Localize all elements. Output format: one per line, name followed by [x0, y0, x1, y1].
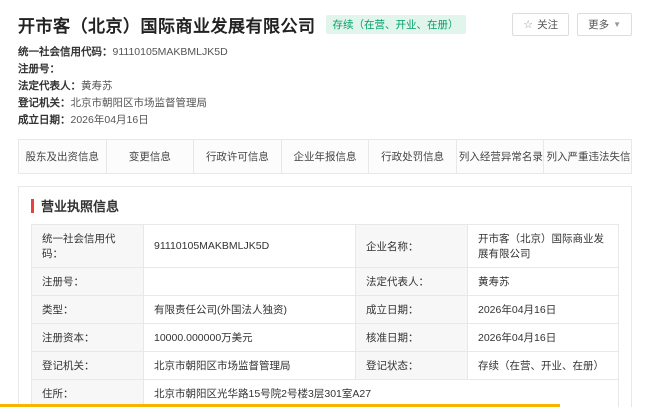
info-registry: 登记机关：北京市朝阳区市场监督管理局 [18, 95, 632, 112]
section-accent-bar [31, 199, 34, 213]
table-row: 注册号： 法定代表人： 黄寿苏 [32, 268, 619, 296]
field-label: 注册号： [32, 268, 144, 296]
field-value: 91110105MAKBMLJK5D [144, 225, 356, 268]
header-info-list: 统一社会信用代码：91110105MAKBMLJK5D 注册号： 法定代表人：黄… [18, 44, 632, 129]
field-value: 2026年04月16日 [468, 324, 619, 352]
more-button[interactable]: 更多 ▼ [577, 13, 632, 36]
header-actions: ☆ 关注 更多 ▼ [512, 13, 632, 36]
table-row: 统一社会信用代码： 91110105MAKBMLJK5D 企业名称： 开市客（北… [32, 225, 619, 268]
field-value: 开市客（北京）国际商业发展有限公司 [468, 225, 619, 268]
tab-serious-violations[interactable]: 列入严重违法失信... [544, 140, 631, 173]
tab-penalties[interactable]: 行政处罚信息 [369, 140, 457, 173]
field-value: 黄寿苏 [468, 268, 619, 296]
table-row: 登记机关： 北京市朝阳区市场监督管理局 登记状态： 存续（在营、开业、在册） [32, 352, 619, 380]
info-legal-rep: 法定代表人：黄寿苏 [18, 78, 632, 95]
field-value: 存续（在营、开业、在册） [468, 352, 619, 380]
follow-button[interactable]: ☆ 关注 [512, 13, 569, 36]
field-label: 统一社会信用代码： [32, 225, 144, 268]
chevron-down-icon: ▼ [613, 20, 621, 29]
business-license-section: 营业执照信息 统一社会信用代码： 91110105MAKBMLJK5D 企业名称… [18, 186, 632, 407]
company-name: 开市客（北京）国际商业发展有限公司 [18, 12, 316, 37]
tab-changes[interactable]: 变更信息 [107, 140, 195, 173]
table-row: 类型： 有限责任公司(外国法人独资) 成立日期： 2026年04月16日 [32, 296, 619, 324]
field-value: 有限责任公司(外国法人独资) [144, 296, 356, 324]
company-profile-page: 开市客（北京）国际商业发展有限公司 存续（在营、开业、在册） ☆ 关注 更多 ▼… [0, 0, 650, 407]
field-label: 登记机关： [32, 352, 144, 380]
field-value [144, 268, 356, 296]
field-label: 企业名称： [356, 225, 468, 268]
tab-abnormal-operations[interactable]: 列入经营异常名录... [457, 140, 545, 173]
field-value: 北京市朝阳区光华路15号院2号楼3层301室A27 [144, 380, 619, 407]
more-button-label: 更多 [588, 17, 609, 32]
star-icon: ☆ [523, 18, 533, 31]
page-header: 开市客（北京）国际商业发展有限公司 存续（在营、开业、在册） ☆ 关注 更多 ▼ [18, 12, 632, 37]
table-row: 住所： 北京市朝阳区光华路15号院2号楼3层301室A27 [32, 380, 619, 407]
field-label: 核准日期： [356, 324, 468, 352]
field-label: 住所： [32, 380, 144, 407]
table-row: 注册资本： 10000.000000万美元 核准日期： 2026年04月16日 [32, 324, 619, 352]
section-header: 营业执照信息 [19, 187, 631, 224]
tab-bar: 股东及出资信息 变更信息 行政许可信息 企业年报信息 行政处罚信息 列入经营异常… [18, 139, 632, 174]
field-label: 法定代表人： [356, 268, 468, 296]
license-table: 统一社会信用代码： 91110105MAKBMLJK5D 企业名称： 开市客（北… [31, 224, 619, 407]
tab-shareholders[interactable]: 股东及出资信息 [19, 140, 107, 173]
info-credit-code: 统一社会信用代码：91110105MAKBMLJK5D [18, 44, 632, 61]
field-value: 北京市朝阳区市场监督管理局 [144, 352, 356, 380]
info-reg-number: 注册号： [18, 61, 632, 78]
status-badge: 存续（在营、开业、在册） [326, 15, 466, 34]
follow-button-label: 关注 [537, 17, 558, 32]
field-label: 登记状态： [356, 352, 468, 380]
field-label: 注册资本： [32, 324, 144, 352]
field-label: 类型： [32, 296, 144, 324]
field-value: 10000.000000万美元 [144, 324, 356, 352]
field-value: 2026年04月16日 [468, 296, 619, 324]
field-label: 成立日期： [356, 296, 468, 324]
info-founded-date: 成立日期：2026年04月16日 [18, 112, 632, 129]
tab-admin-licenses[interactable]: 行政许可信息 [194, 140, 282, 173]
section-title: 营业执照信息 [41, 196, 119, 215]
tab-annual-reports[interactable]: 企业年报信息 [282, 140, 370, 173]
